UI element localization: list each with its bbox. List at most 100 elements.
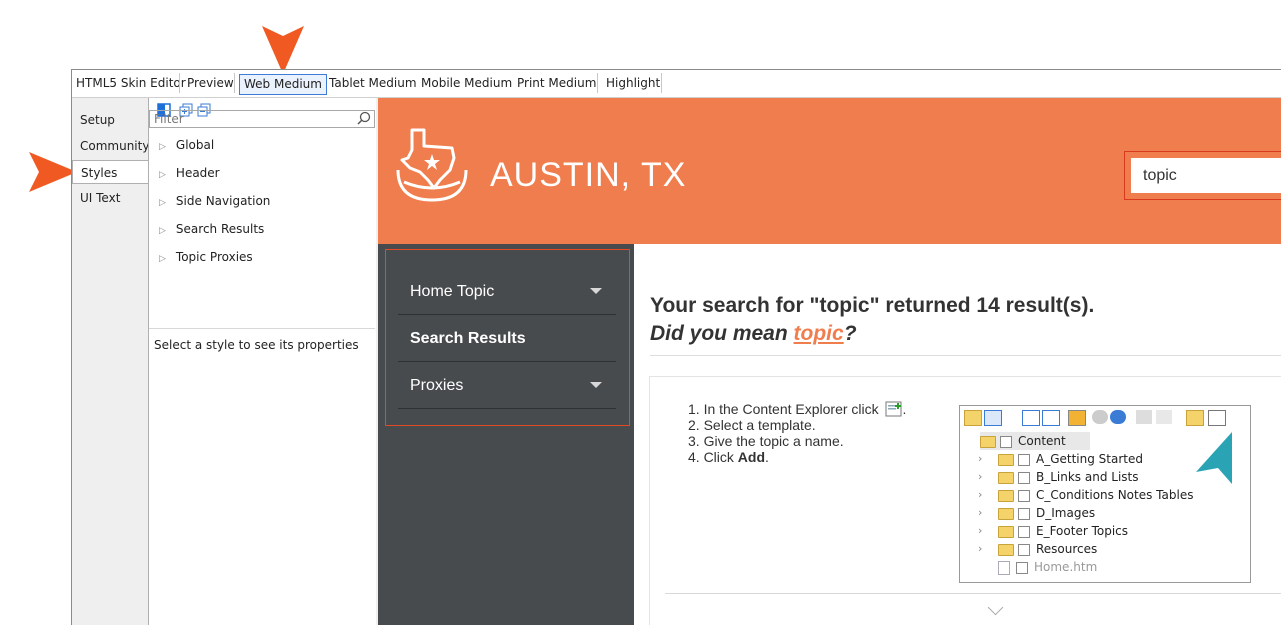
did-you-mean-text: Did you mean (650, 322, 794, 345)
caret-down-icon[interactable] (590, 382, 602, 388)
annotation-arrow-teal-icon (1196, 432, 1232, 484)
tree-item-header[interactable]: ▷ Header (159, 166, 220, 180)
checkbox (1016, 561, 1028, 574)
chevron-right-icon: › (978, 542, 983, 555)
preview-header: AUSTIN, TX topic (378, 98, 1281, 244)
annotation-arrow-down-icon (262, 26, 304, 74)
side-tab-setup[interactable]: Setup (72, 108, 148, 132)
texas-logo-icon (396, 128, 468, 202)
side-navigation: Home Topic Search Results Proxies (378, 244, 634, 625)
side-tab-community[interactable]: Community (72, 134, 149, 158)
collapse-all-icon (1042, 410, 1060, 426)
chevron-right-icon: › (978, 470, 983, 483)
new-topic-icon (885, 401, 902, 417)
checkbox (1018, 507, 1030, 520)
toolbar: HTML5 Skin Editor Preview Web Medium Tab… (72, 70, 1281, 98)
grid-icon (1068, 410, 1086, 426)
sync-icon (1110, 410, 1126, 424)
search-result-card: 1. In the Content Explorer click . 2. Se… (649, 376, 1281, 625)
tree-item-label: Side Navigation (175, 194, 271, 208)
tree-item-topic-proxies[interactable]: ▷ Topic Proxies (159, 250, 253, 264)
nav-item-proxies[interactable]: Proxies (398, 362, 616, 409)
side-tab-ui-text[interactable]: UI Text (72, 186, 148, 210)
nav-item-home-topic[interactable]: Home Topic (398, 268, 616, 315)
tab-highlight[interactable]: Highlight (602, 74, 664, 93)
filter-input[interactable]: Filter (149, 110, 375, 128)
file-icon (998, 560, 1010, 575)
divider (650, 355, 1281, 356)
checkbox (1018, 489, 1030, 502)
expand-triangle-icon[interactable]: ▷ (159, 142, 166, 152)
preview-area: AUSTIN, TX topic Home Topic Search Resul… (378, 98, 1281, 625)
tab-mobile-medium[interactable]: Mobile Medium (417, 74, 516, 93)
tree-item-label: Header (175, 166, 220, 180)
tree-item-label: Search Results (175, 222, 265, 236)
explorer-item-label: Home.htm (1034, 560, 1098, 574)
styles-panel: Filter ▷ Global ▷ Header ▷ Side Navigation … (148, 98, 378, 625)
explorer-item: › D_Images (978, 504, 1095, 522)
expand-triangle-icon[interactable]: ▷ (159, 254, 166, 264)
explorer-item-label: Resources (1036, 542, 1098, 556)
explorer-item-label: E_Footer Topics (1036, 524, 1129, 538)
folder-icon (980, 435, 996, 448)
expand-triangle-icon[interactable]: ▷ (159, 198, 166, 208)
expand-triangle-icon[interactable]: ▷ (159, 170, 166, 180)
checkbox (1018, 543, 1030, 556)
tab-tablet-medium[interactable]: Tablet Medium (325, 74, 421, 93)
nav-item-search-results[interactable]: Search Results (398, 315, 616, 362)
tab-print-medium[interactable]: Print Medium (513, 74, 600, 93)
step-item: 3. Give the topic a name. (688, 433, 844, 449)
checkbox (1018, 453, 1030, 466)
nav-item-label: Home Topic (410, 283, 495, 300)
tree-item-label: Global (175, 138, 215, 152)
explorer-item-label: C_Conditions Notes Tables (1036, 488, 1194, 502)
expand-triangle-icon[interactable]: ▷ (159, 226, 166, 236)
nav-item-label: Search Results (410, 330, 526, 347)
caret-down-icon[interactable] (590, 288, 602, 294)
did-you-mean-link[interactable]: topic (794, 322, 844, 345)
tree-item-side-navigation[interactable]: ▷ Side Navigation (159, 194, 270, 208)
explorer-item: › C_Conditions Notes Tables (978, 486, 1193, 504)
explorer-item-label: D_Images (1036, 506, 1096, 520)
explorer-item: Home.htm (998, 558, 1097, 576)
explorer-item-label: B_Links and Lists (1036, 470, 1139, 484)
toolbar-divider (661, 73, 662, 93)
chevron-right-icon: › (978, 452, 983, 465)
tree-item-global[interactable]: ▷ Global (159, 138, 214, 152)
card-divider (665, 593, 1281, 594)
explorer-root: Content (980, 432, 1090, 450)
new-folder-icon (1186, 410, 1204, 426)
side-tab-styles[interactable]: Styles (72, 160, 149, 184)
chevron-right-icon: › (978, 488, 983, 501)
did-you-mean-suffix: ? (843, 322, 857, 345)
layout-icon (984, 410, 1002, 426)
step-text: 1. In the Content Explorer click (688, 401, 879, 417)
toolbar-divider (234, 73, 235, 93)
folder-icon (998, 453, 1014, 466)
search-icon[interactable] (357, 111, 371, 125)
chevron-down-icon[interactable] (987, 599, 1004, 616)
tab-html5-skin-editor[interactable]: HTML5 Skin Editor (72, 74, 190, 93)
search-results-heading: Your search for "topic" returned 14 resu… (650, 294, 1095, 317)
new-topic-icon (1208, 410, 1226, 426)
tab-web-medium[interactable]: Web Medium (239, 74, 327, 95)
chevron-right-icon: › (978, 524, 983, 537)
explorer-item: › A_Getting Started (978, 450, 1143, 468)
explorer-item-label: Content (1018, 434, 1066, 448)
tab-preview[interactable]: Preview (183, 74, 238, 93)
search-box-highlight: topic (1124, 151, 1281, 200)
toolbar-divider (179, 73, 180, 93)
step-item: 4. Click Add. (688, 449, 769, 465)
properties-hint: Select a style to see its properties (154, 338, 359, 352)
site-search-input[interactable]: topic (1131, 158, 1281, 193)
checkbox (1000, 435, 1012, 448)
checkbox (1018, 525, 1030, 538)
side-nav-highlight: Home Topic Search Results Proxies (385, 249, 630, 426)
tree-item-search-results[interactable]: ▷ Search Results (159, 222, 264, 236)
content-explorer-image: Content › A_Getting Started › B_Links and … (959, 405, 1251, 583)
annotation-arrow-right-icon (29, 152, 77, 192)
folder-icon (998, 507, 1014, 520)
folder-icon (998, 543, 1014, 556)
explorer-item: › E_Footer Topics (978, 522, 1128, 540)
panel-splitter[interactable] (149, 328, 375, 329)
